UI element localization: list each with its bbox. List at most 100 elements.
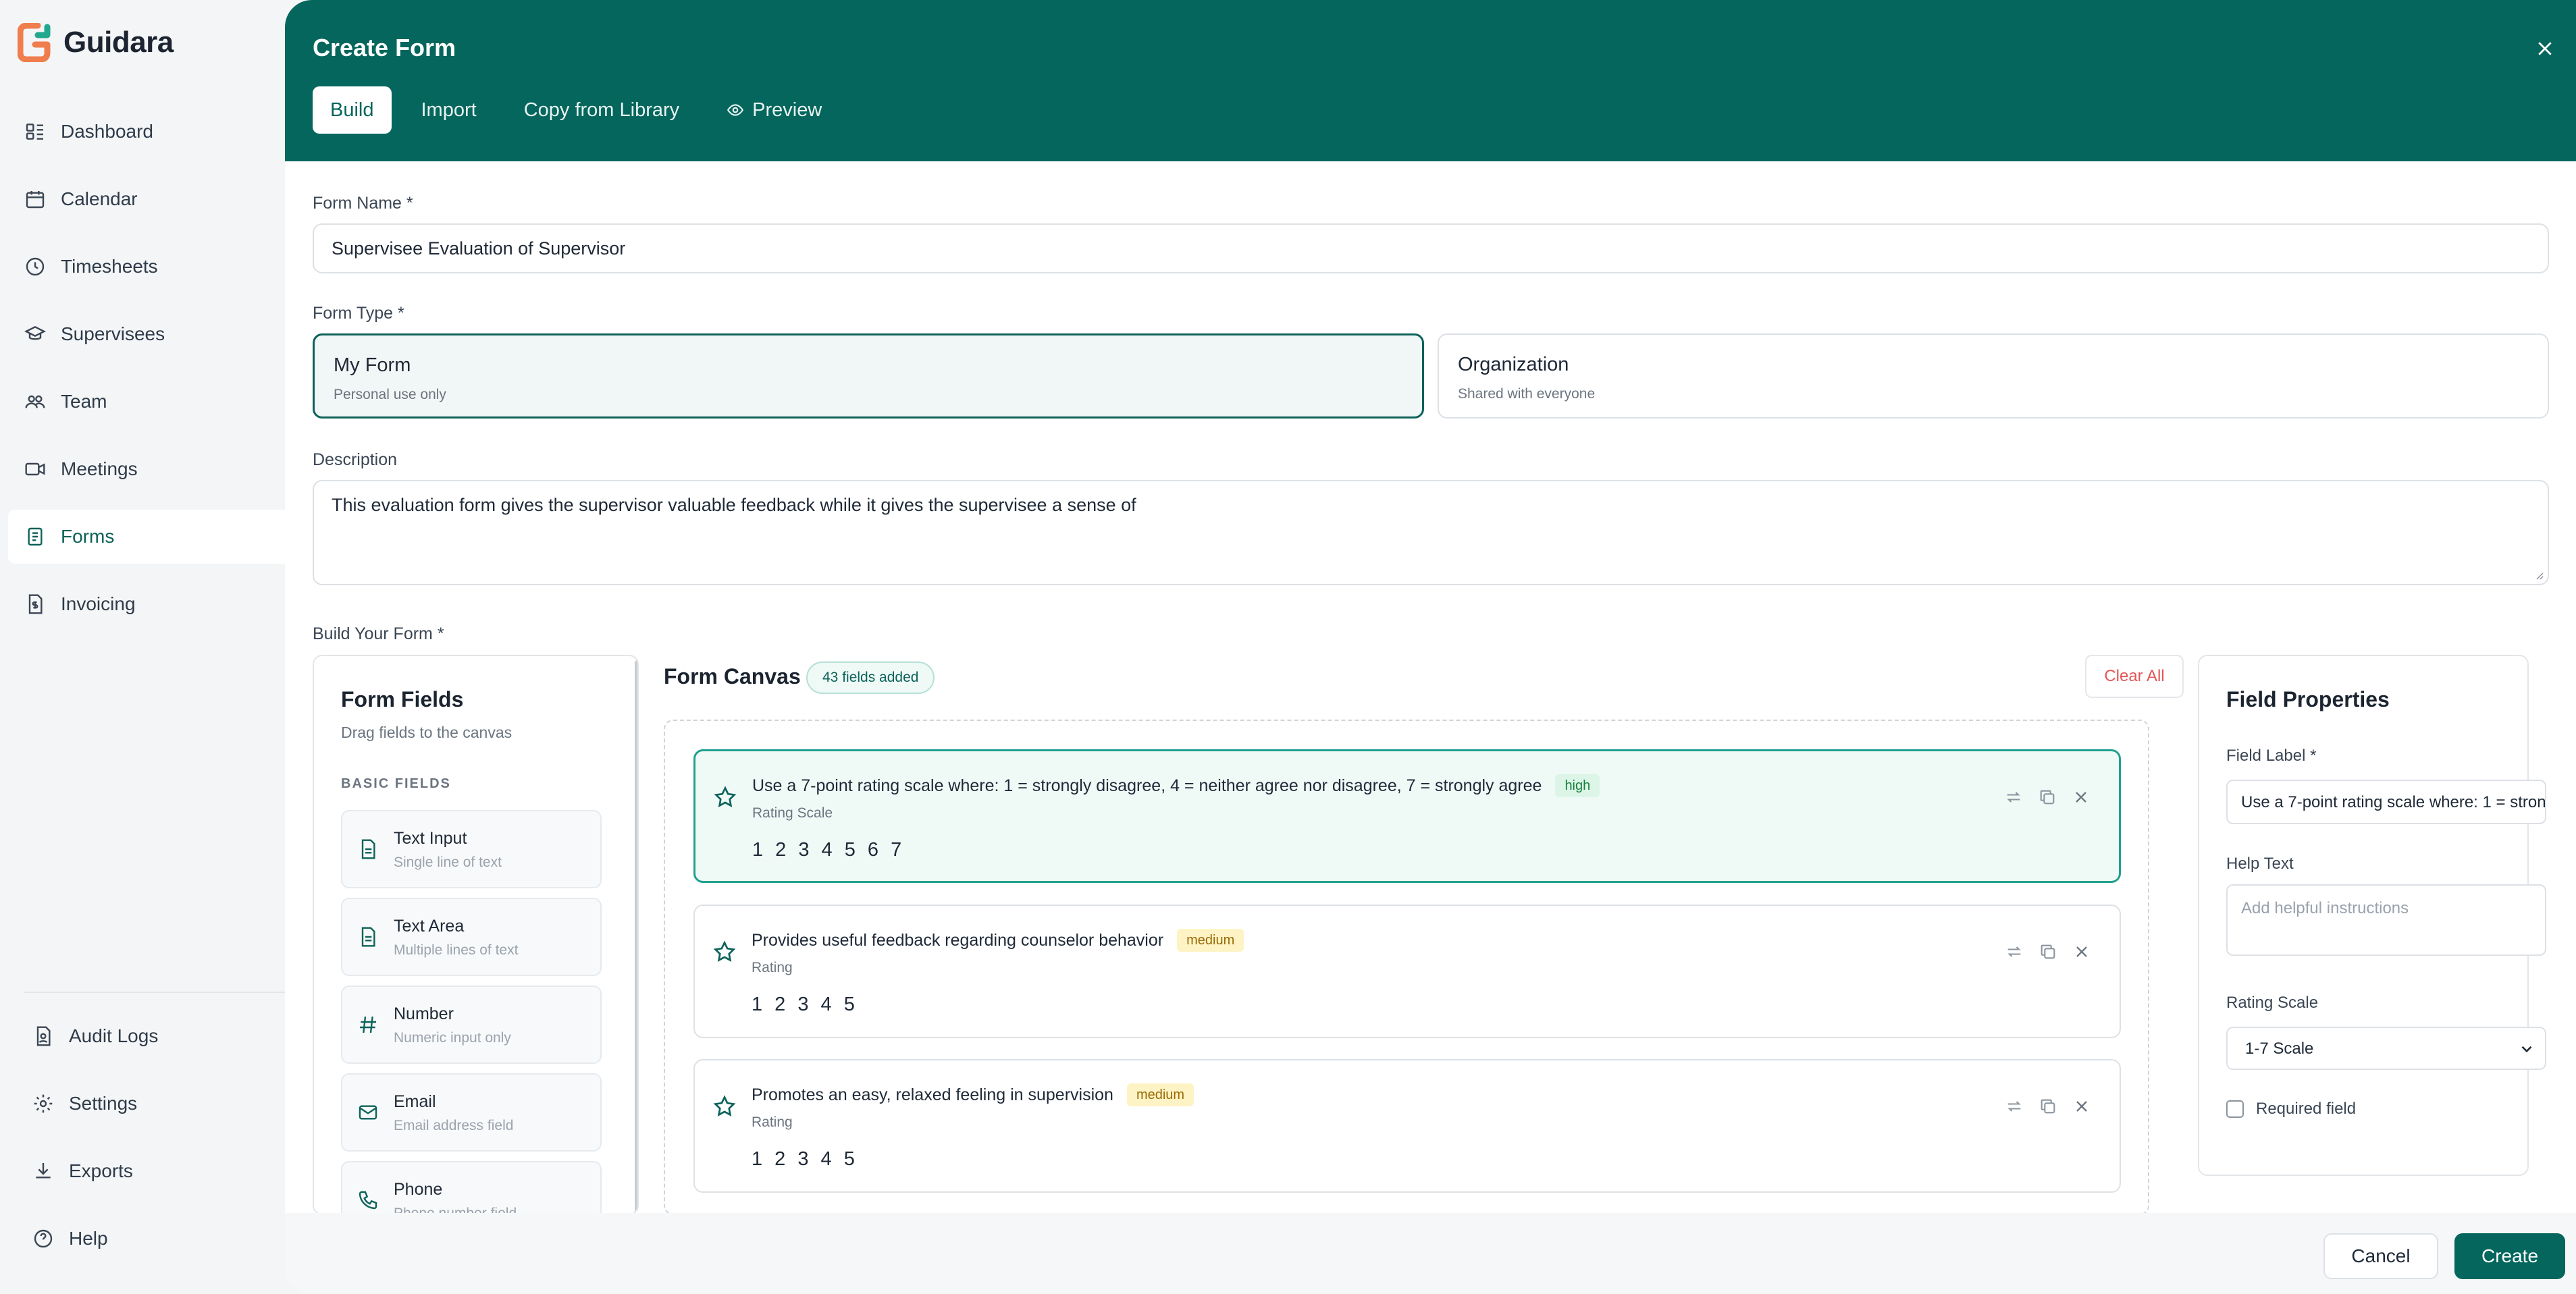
duplicate-icon[interactable] [2039,1097,2057,1116]
document-icon [361,927,375,947]
sidebar-item-label: Invoicing [61,593,136,614]
description-textarea[interactable]: This evaluation form gives the superviso… [313,480,2549,585]
close-button[interactable] [2530,34,2560,63]
form-fields-scrollbar[interactable] [635,660,637,1214]
field-name: Phone [394,1180,443,1199]
canvas-question[interactable]: Provides useful feedback regarding couns… [693,905,2121,1038]
sidebar-item-supervisees[interactable]: Supervisees [8,307,285,361]
tab-preview-label: Preview [752,99,822,121]
hash-icon [360,1016,376,1033]
field-text-input[interactable]: Text Input Single line of text [341,810,602,888]
gear-icon [32,1093,54,1114]
tab-preview[interactable]: Preview [709,86,839,134]
star-icon[interactable] [713,785,737,809]
field-number[interactable]: Number Numeric input only [341,986,602,1064]
dialog-footer: Cancel Create [285,1213,2576,1294]
sidebar-item-help[interactable]: Help [16,1212,285,1266]
clear-all-button[interactable]: Clear All [2085,655,2184,698]
tab-build[interactable]: Build [313,86,392,134]
sidebar-item-label: Team [61,391,107,412]
question-actions [1989,788,2091,807]
field-description: Single line of text [394,855,502,870]
rating-scale-select[interactable]: 1-7 Scale [2226,1027,2546,1070]
sidebar-item-label: Forms [61,526,115,547]
delete-icon[interactable] [2072,942,2091,961]
sidebar-item-label: Exports [69,1160,133,1181]
question-label-row: Provides useful feedback regarding couns… [752,929,1244,952]
sidebar-item-label: Settings [69,1093,138,1114]
brand-name: Guidara [63,26,174,59]
form-canvas-title: Form Canvas [664,664,801,689]
sidebar-item-audit-logs[interactable]: Audit Logs [16,1009,285,1063]
question-scale: 1 2 3 4 5 [752,994,856,1015]
rating-scale-value: 1-7 Scale [2245,1040,2314,1058]
sidebar-item-exports[interactable]: Exports [16,1144,285,1198]
delete-icon[interactable] [2072,788,2091,807]
field-phone[interactable]: Phone Phone number field [341,1161,602,1214]
graduation-cap-icon [24,323,46,345]
sidebar-nav: Dashboard Calendar Timesheets Supervisee… [8,105,285,645]
sidebar-item-settings[interactable]: Settings [16,1077,285,1131]
swap-icon[interactable] [2004,788,2023,807]
canvas-question[interactable]: Promotes an easy, relaxed feeling in sup… [693,1059,2121,1193]
tab-copy-from-library[interactable]: Copy from Library [506,86,697,134]
dialog-title: Create Form [313,34,456,61]
form-name-input[interactable]: Supervisee Evaluation of Supervisor [313,223,2549,273]
priority-badge: high [1555,774,1600,797]
sidebar-item-label: Audit Logs [69,1025,159,1046]
help-text-input[interactable]: Add helpful instructions [2226,884,2546,956]
star-icon[interactable] [712,940,737,964]
question-label: Use a 7-point rating scale where: 1 = st… [752,776,1542,795]
field-email[interactable]: Email Email address field [341,1073,602,1152]
field-name: Number [394,1004,454,1023]
form-type-my-form[interactable]: My Form Personal use only [313,333,1424,419]
swap-icon[interactable] [2005,942,2024,961]
cancel-button[interactable]: Cancel [2323,1233,2438,1279]
brand[interactable]: Guidara [18,23,174,62]
help-icon [32,1228,54,1249]
required-field-toggle[interactable]: Required field [2226,1100,2356,1118]
description-value: This evaluation form gives the superviso… [332,495,1136,515]
question-label: Provides useful feedback regarding couns… [752,930,1164,950]
audit-icon [32,1025,54,1047]
close-icon [2538,42,2552,55]
sidebar-item-meetings[interactable]: Meetings [8,442,285,496]
tab-import[interactable]: Import [404,86,494,134]
duplicate-icon[interactable] [2038,788,2057,807]
form-type-organization[interactable]: Organization Shared with everyone [1438,333,2549,419]
help-text-placeholder: Add helpful instructions [2241,899,2409,917]
sidebar-item-calendar[interactable]: Calendar [8,172,285,226]
canvas-question[interactable]: Use a 7-point rating scale where: 1 = st… [693,749,2121,883]
form-name-label: Form Name * [313,194,413,213]
swap-icon[interactable] [2005,1097,2024,1116]
create-button[interactable]: Create [2454,1233,2565,1279]
question-actions [1990,1097,2091,1116]
duplicate-icon[interactable] [2039,942,2057,961]
form-type-subtitle: Shared with everyone [1458,386,1596,402]
sidebar-item-forms[interactable]: Forms [8,510,285,564]
eye-icon [727,104,744,116]
form-canvas-header: Form Canvas 43 fields added Clear All [664,655,2184,702]
field-description: Numeric input only [394,1030,511,1046]
resize-handle-icon[interactable] [2533,569,2544,580]
form-builder: Form Fields Drag fields to the canvas BA… [313,655,2549,1215]
form-fields-panel: Form Fields Drag fields to the canvas BA… [313,655,639,1215]
sidebar-item-dashboard[interactable]: Dashboard [8,105,285,159]
sidebar-item-team[interactable]: Team [8,375,285,429]
sidebar-item-timesheets[interactable]: Timesheets [8,240,285,294]
sidebar-item-label: Supervisees [61,323,165,344]
sidebar-item-label: Timesheets [61,256,158,277]
star-icon[interactable] [712,1094,737,1118]
field-label-input[interactable]: Use a 7-point rating scale where: 1 = st… [2226,780,2546,824]
field-label-label: Field Label * [2226,747,2317,765]
field-name: Text Area [394,917,465,936]
sidebar-item-invoicing[interactable]: Invoicing [8,577,285,631]
chevron-down-icon [2521,1046,2532,1053]
priority-badge: medium [1177,929,1244,952]
fields-count-badge: 43 fields added [806,662,935,694]
delete-icon[interactable] [2072,1097,2091,1116]
field-text-area[interactable]: Text Area Multiple lines of text [341,898,602,976]
required-field-checkbox[interactable] [2226,1100,2244,1118]
calendar-icon [24,188,46,210]
question-type: Rating Scale [752,805,833,821]
